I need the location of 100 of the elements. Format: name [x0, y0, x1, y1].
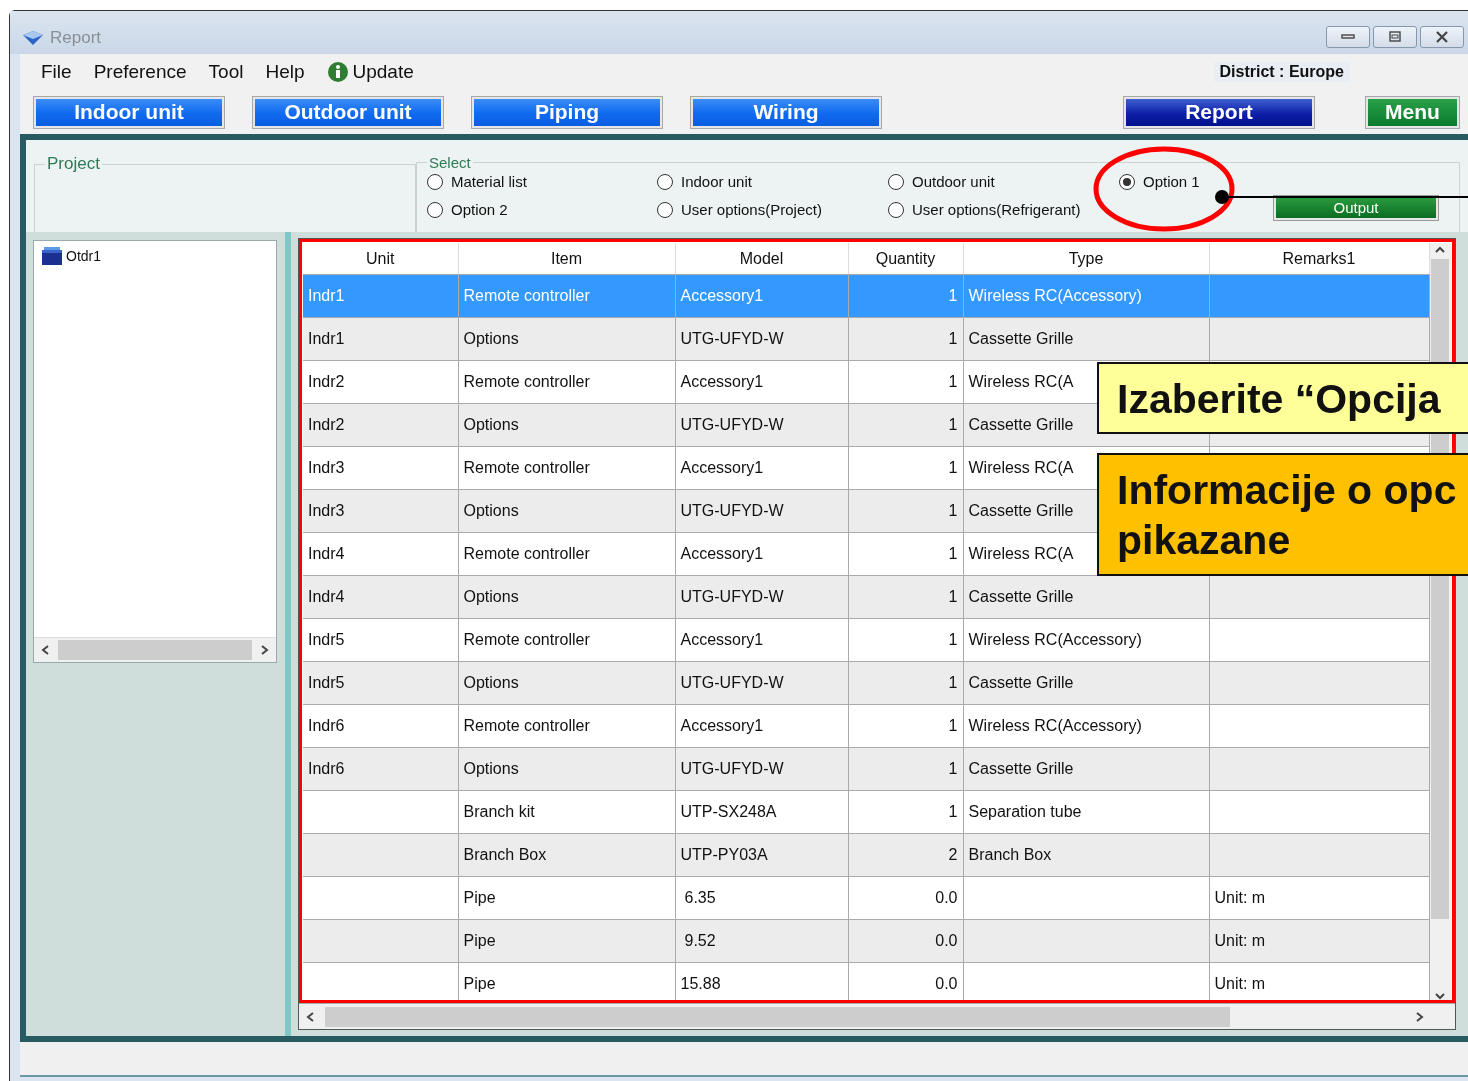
- nav-tab[interactable]: Piping: [474, 98, 660, 126]
- table-cell: Options: [463, 416, 519, 433]
- radio-option[interactable]: User options(Project): [657, 198, 888, 221]
- table-cell: 1: [948, 631, 958, 648]
- table-cell: UTG-UFYD-W: [680, 674, 784, 691]
- info-icon: [326, 61, 349, 83]
- radio-option[interactable]: Outdoor unit: [888, 173, 1119, 190]
- table-cell: Wireless RC(Accessory): [968, 717, 1142, 734]
- table-cell: Cassette Grille: [968, 502, 1074, 519]
- table-cell: Indr5: [308, 631, 345, 648]
- table-cell: Indr1: [308, 330, 345, 347]
- window-title: Report: [50, 27, 102, 48]
- table-cell: Indr3: [308, 459, 345, 476]
- table-cell: Options: [463, 502, 519, 519]
- radio-button[interactable]: [657, 201, 673, 218]
- table-cell: Remote controller: [463, 373, 590, 390]
- table-cell: Accessory1: [680, 631, 764, 648]
- table-cell: Cassette Grille: [968, 330, 1074, 347]
- radio-button[interactable]: [427, 201, 443, 218]
- table-cell: Options: [463, 760, 519, 777]
- radio-button[interactable]: [1119, 173, 1135, 190]
- table-cell: Wireless RC(A: [968, 545, 1074, 562]
- radio-option[interactable]: Indoor unit: [657, 173, 888, 190]
- app-icon: [22, 29, 44, 46]
- nav-tab[interactable]: Outdoor unit: [255, 98, 441, 126]
- table-cell: Indr6: [308, 717, 345, 734]
- table-cell: Unit: m: [1214, 889, 1266, 906]
- table-cell: 1: [948, 588, 958, 605]
- table-cell: UTG-UFYD-W: [680, 588, 784, 605]
- output-button[interactable]: Output: [1276, 198, 1436, 218]
- menu-button[interactable]: Menu: [1368, 98, 1457, 126]
- column-header[interactable]: Remarks1: [1209, 243, 1429, 275]
- table-cell: Accessory1: [680, 459, 764, 476]
- menu-item[interactable]: Help: [256, 61, 314, 83]
- table-cell: 2: [948, 846, 958, 863]
- table-cell: Accessory1: [680, 287, 764, 304]
- column-header[interactable]: Quantity: [848, 243, 963, 275]
- table-cell: Accessory1: [680, 545, 764, 562]
- table-cell: 1: [948, 287, 958, 304]
- nav-tab[interactable]: Indoor unit: [36, 98, 222, 126]
- nav-tab[interactable]: Wiring: [693, 98, 879, 126]
- table-cell: Options: [463, 674, 519, 691]
- table-cell: Wireless RC(A: [968, 373, 1074, 390]
- menu-item[interactable]: Preference: [84, 61, 196, 83]
- table-cell: Accessory1: [680, 717, 764, 734]
- close-button[interactable]: [1420, 25, 1464, 48]
- tree-item[interactable]: Otdr1: [41, 246, 269, 266]
- table-cell: Cassette Grille: [968, 416, 1074, 433]
- table-cell: Unit: m: [1214, 975, 1266, 992]
- table-cell: Remote controller: [463, 631, 590, 648]
- column-header[interactable]: Item: [458, 243, 675, 275]
- district-label: District : Europe: [1213, 62, 1350, 82]
- radio-button[interactable]: [427, 173, 443, 190]
- table-cell: 15.88: [680, 975, 721, 992]
- menu-item[interactable]: Update: [317, 61, 423, 83]
- menu-item[interactable]: Tool: [199, 61, 253, 83]
- table-cell: 0.0: [935, 975, 958, 992]
- table-cell: UTP-PY03A: [680, 846, 768, 863]
- radio-option[interactable]: Option 1: [1119, 173, 1459, 190]
- table-cell: Remote controller: [463, 287, 590, 304]
- nav-tab[interactable]: Report: [1126, 98, 1312, 126]
- radio-button[interactable]: [888, 201, 904, 218]
- table-cell: Wireless RC(A: [968, 459, 1074, 476]
- table-cell: Indr6: [308, 760, 345, 777]
- radio-button[interactable]: [657, 173, 673, 190]
- horizontal-scrollbar[interactable]: [299, 1003, 1455, 1029]
- column-header[interactable]: Unit: [303, 243, 458, 275]
- maximize-button[interactable]: [1373, 25, 1417, 48]
- table-cell: Cassette Grille: [968, 674, 1074, 691]
- table-cell: Indr1: [308, 287, 345, 304]
- column-header[interactable]: Type: [963, 243, 1209, 275]
- table-cell: Remote controller: [463, 545, 590, 562]
- callout-text: Informacije o opc pikazane: [1117, 466, 1458, 565]
- radio-option[interactable]: Material list: [427, 173, 657, 190]
- minimize-button[interactable]: [1326, 25, 1370, 48]
- table-cell: Accessory1: [680, 373, 764, 390]
- table-cell: 1: [948, 373, 958, 390]
- minimize-icon: [1341, 34, 1355, 39]
- column-header[interactable]: Model: [675, 243, 848, 275]
- callout-text: Izaberite “Opcija: [1117, 375, 1442, 424]
- table-cell: Wireless RC(Accessory): [968, 287, 1142, 304]
- radio-option[interactable]: Option 2: [427, 198, 657, 221]
- group-label: Project: [46, 154, 101, 174]
- table-cell: Remote controller: [463, 459, 590, 476]
- table-cell: 1: [948, 459, 958, 476]
- unit-icon: [41, 246, 63, 266]
- table-cell: Branch Box: [463, 846, 547, 863]
- table-cell: 0.0: [935, 889, 958, 906]
- table-cell: 9.52: [684, 932, 716, 949]
- table-cell: Unit: m: [1214, 932, 1266, 949]
- table-cell: UTG-UFYD-W: [680, 502, 784, 519]
- table-cell: Wireless RC(Accessory): [968, 631, 1142, 648]
- table-cell: Pipe: [463, 975, 496, 992]
- radio-button[interactable]: [888, 173, 904, 190]
- radio-option[interactable]: User options(Refrigerant): [888, 198, 1119, 221]
- table-cell: 0.0: [935, 932, 958, 949]
- table-cell: Branch kit: [463, 803, 535, 820]
- menu-item[interactable]: File: [32, 61, 81, 83]
- table-cell: Cassette Grille: [968, 760, 1074, 777]
- close-icon: [1436, 30, 1448, 43]
